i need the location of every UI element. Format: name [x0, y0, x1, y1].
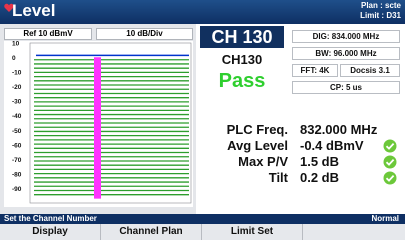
softkey-bar: Display Channel Plan Limit Set: [0, 224, 405, 240]
fft-size: FFT: 4K: [292, 64, 338, 77]
channel-plan-softkey[interactable]: Channel Plan: [101, 224, 202, 240]
channel-panel: CH 130 CH130 Pass DIG: 834.000 MHz BW: 9…: [196, 24, 405, 230]
app-title: Level: [12, 1, 56, 20]
limit-name: Limit : D31: [360, 11, 401, 20]
cyclic-prefix: CP: 5 us: [292, 81, 400, 94]
y-tick-label: 0: [12, 55, 16, 62]
avg-level-value: -0.4 dBmV: [300, 138, 364, 153]
channel-number-badge[interactable]: CH 130: [200, 26, 284, 48]
dig-frequency: DIG: 834.000 MHz: [292, 30, 400, 43]
tilt-value: 0.2 dB: [300, 170, 340, 185]
title-bar: Level Plan : scte Limit : D31: [0, 0, 405, 24]
status-message: Set the Channel Number: [4, 214, 97, 223]
y-tick-label: -10: [12, 70, 22, 77]
plan-info: Plan : scte Limit : D31: [360, 1, 401, 21]
plc-freq-value: 832.000 MHz: [300, 122, 378, 137]
display-softkey[interactable]: Display: [0, 224, 101, 240]
check-icon: [383, 155, 397, 169]
blank-softkey[interactable]: [303, 224, 405, 240]
y-tick-label: -80: [12, 171, 22, 178]
y-tick-label: -40: [12, 113, 22, 120]
limit-set-softkey[interactable]: Limit Set: [202, 224, 303, 240]
scale-label: 10 dB/Div: [96, 28, 193, 40]
y-tick-label: -70: [12, 157, 22, 164]
spectrum-panel: Ref 10 dBmV 10 dB/Div 10 0 -10 -20 -30 -40 -50…: [0, 24, 196, 230]
plan-name: Plan : scte: [360, 1, 401, 10]
channel-name: CH130: [221, 52, 263, 67]
bandwidth: BW: 96.000 MHz: [292, 47, 400, 60]
pass-status: Pass: [218, 70, 266, 92]
y-tick-label: -90: [12, 186, 22, 193]
check-icon: [383, 139, 397, 153]
tilt-label: Tilt: [268, 170, 288, 185]
plc-freq-label: PLC Freq.: [226, 122, 288, 137]
max-pv-label: Max P/V: [238, 154, 288, 169]
status-mode: Normal: [371, 214, 399, 223]
status-bar: Set the Channel Number Normal: [0, 214, 405, 224]
ref-level-label: Ref 10 dBmV: [4, 28, 92, 40]
y-tick-label: -60: [12, 142, 22, 149]
y-tick-label: -50: [12, 128, 22, 135]
avg-level-label: Avg Level: [227, 138, 288, 153]
max-pv-value: 1.5 dB: [300, 154, 340, 169]
docsis-version: Docsis 3.1: [340, 64, 400, 77]
check-icon: [383, 171, 397, 185]
y-tick-label: 10: [12, 41, 20, 48]
plc-marker: [94, 57, 101, 199]
spectrum-chart: 10 0 -10 -20 -30 -40 -50 -60 -70 -80 -90: [4, 41, 193, 207]
y-tick-label: -30: [12, 99, 22, 106]
y-tick-label: -20: [12, 84, 22, 91]
